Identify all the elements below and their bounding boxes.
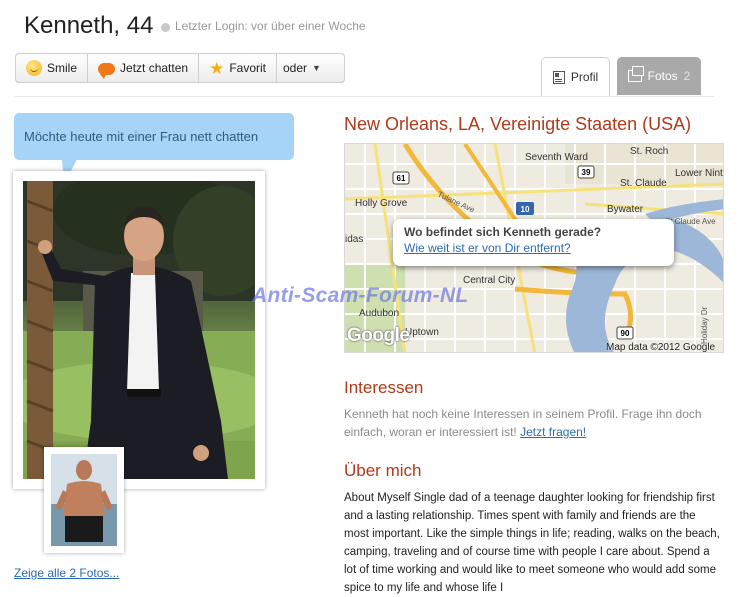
tab-fotos[interactable]: Fotos 2 [617,57,701,95]
profile-card-icon [552,70,565,84]
chat-bubble-icon [98,63,116,79]
interests-text: Kenneth hat noch keine Interessen in sei… [344,405,719,441]
main-profile-photo[interactable] [23,181,255,479]
map-popup: Wo befindet sich Kenneth gerade? Wie wei… [393,219,674,266]
map-label-midas: idas [345,234,363,245]
map-label-bywater: Bywater [607,204,644,215]
profile-name: Kenneth, 44 [24,12,154,39]
map-label-39: 39 [582,168,591,177]
map-label-holly-grove: Holly Grove [355,198,408,209]
header-divider [15,96,714,97]
tab-profil-label: Profil [570,70,599,84]
smile-button[interactable]: Smile [16,54,89,82]
thumbnail-photo[interactable] [51,454,117,546]
more-dropdown[interactable]: oder ▼ [277,54,327,82]
photos-icon [627,66,644,82]
map-popup-title: Wo befindet sich Kenneth gerade? [404,225,602,239]
show-all-photos-link[interactable]: Zeige alle 2 Fotos... [14,566,119,580]
tab-fotos-count: 2 [683,69,691,83]
interests-title: Interessen [344,378,424,397]
status-text: Möchte heute mit einer Frau nett chatten [24,129,259,144]
chevron-down-icon: ▼ [312,63,321,73]
ask-now-link[interactable]: Jetzt fragen! [520,425,586,439]
online-status-icon [161,23,170,32]
map-label-lower-ninth: Lower Ninth Ward [675,168,724,179]
distance-link[interactable]: Wie weit ist er von Dir entfernt? [404,241,674,255]
favorite-button[interactable]: ★ Favorit [199,54,277,82]
favorite-label: Favorit [229,61,266,75]
map-label-audubon: Audubon [359,308,399,319]
location-title: New Orleans, LA, Vereinigte Staaten (USA… [344,114,692,134]
main-photo-illustration [23,181,255,479]
star-icon: ★ [209,58,225,78]
last-login-text: Letzter Login: vor über einer Woche [175,19,366,33]
watermark-text: Anti-Scam-Forum-NL [252,284,469,307]
google-logo: Google [347,325,410,346]
map-label-st-claude: St. Claude [620,178,667,189]
map-label-61: 61 [397,174,406,183]
map-label-10: 10 [521,205,530,214]
tab-profil[interactable]: Profil [541,57,610,96]
action-bar: Smile Jetzt chatten ★ Favorit oder ▼ [15,53,345,83]
thumbnail-illustration [51,454,117,546]
map-label-seventh-ward: Seventh Ward [525,152,588,163]
map-label-uptown: Uptown [405,327,439,338]
more-label: oder [283,61,308,75]
map-attribution: Map data ©2012 Google [606,342,716,353]
about-title: Über mich [344,461,422,480]
chat-button[interactable]: Jetzt chatten [88,54,200,82]
map-label-st-roch: St. Roch [630,146,668,157]
map-label-holiday-dr: Holiday Dr [700,306,709,344]
smile-label: Smile [47,61,78,75]
tab-fotos-label: Fotos [647,69,678,83]
about-text: About Myself Single dad of a teenage dau… [344,492,720,594]
chat-label: Jetzt chatten [120,61,189,75]
status-bubble: Möchte heute mit einer Frau nett chatten [14,113,294,160]
map-label-central-city: Central City [463,275,515,286]
map-label-90: 90 [621,329,630,338]
smile-icon [26,60,42,76]
